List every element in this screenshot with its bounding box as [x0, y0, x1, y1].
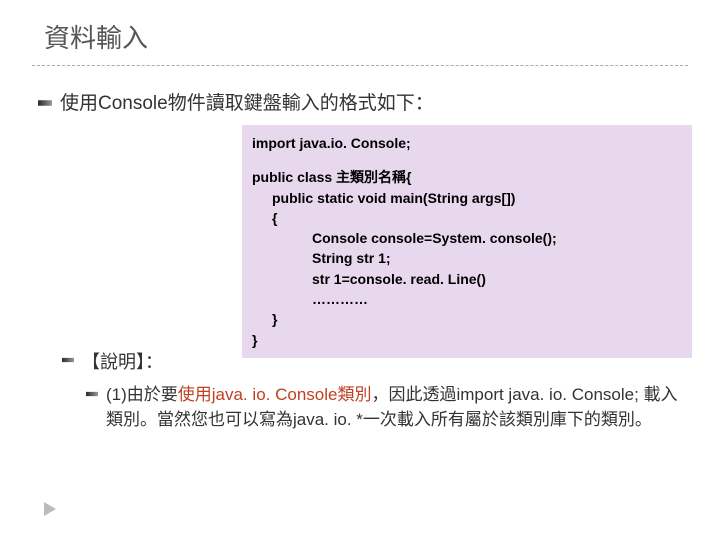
code-line: } — [252, 309, 682, 329]
code-line: { — [252, 208, 682, 228]
note-prefix: (1)由於要 — [106, 385, 178, 404]
code-line: import java.io. Console; — [252, 133, 682, 153]
code-line: str 1=console. read. Line() — [252, 269, 682, 289]
note-text: (1)由於要使用java. io. Console類別，因此透過import j… — [106, 382, 688, 433]
slide-title: 資料輸入 — [32, 18, 688, 55]
code-block: import java.io. Console; public class 主類… — [242, 125, 692, 358]
code-line: public static void main(String args[]) — [252, 188, 682, 208]
code-line: ………… — [252, 289, 682, 309]
code-line: String str 1; — [252, 248, 682, 268]
code-line: Console console=System. console(); — [252, 228, 682, 248]
divider — [32, 65, 688, 66]
note-row: (1)由於要使用java. io. Console類別，因此透過import j… — [86, 382, 688, 433]
bullet-icon — [86, 387, 98, 401]
lead-text: 使用Console物件讀取鍵盤輸入的格式如下： — [60, 88, 434, 115]
code-line: public class 主類別名稱{ — [252, 167, 682, 187]
bullet-icon — [62, 353, 74, 367]
bullet-icon — [38, 94, 52, 112]
code-line: } — [252, 330, 682, 350]
note-highlight: 使用java. io. Console類別 — [178, 385, 372, 404]
lead-row: 使用Console物件讀取鍵盤輸入的格式如下： — [38, 88, 688, 115]
section-label: 【說明】： — [82, 348, 163, 374]
section-row: 【說明】： — [62, 348, 688, 374]
next-arrow-icon — [44, 502, 56, 516]
